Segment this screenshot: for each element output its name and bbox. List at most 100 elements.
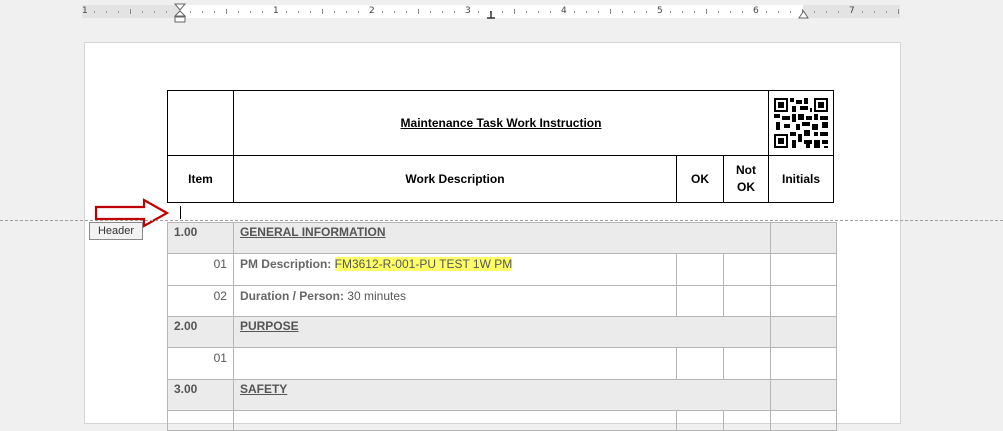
ruler-tick (442, 11, 443, 13)
ruler-tick (346, 11, 347, 13)
ruler-number: 6 (753, 6, 759, 16)
item-label: PM Description: (239, 257, 332, 271)
ruler-tick (694, 11, 695, 13)
item-number: 01 (167, 253, 234, 286)
section-number: 1.00 (167, 222, 234, 254)
section-title: GENERAL INFORMATION (232, 222, 772, 254)
ruler-tick (454, 11, 455, 13)
section-title: SAFETY (232, 379, 772, 411)
ruler-tick (682, 11, 683, 13)
section-row[interactable]: 2.00 PURPOSE (167, 316, 837, 348)
ruler-tick (742, 11, 743, 13)
ruler-tick (610, 9, 611, 14)
header-empty-cell[interactable] (167, 90, 234, 156)
initials-cell[interactable] (770, 410, 837, 431)
header-title-cell[interactable]: Maintenance Task Work Instruction (233, 90, 769, 156)
ruler-tick (766, 11, 767, 13)
ok-cell[interactable] (676, 410, 725, 431)
section-row[interactable]: 1.00 GENERAL INFORMATION (167, 222, 837, 254)
ruler-tick (538, 11, 539, 13)
table-row[interactable]: 02 Duration / Person: 30 minutes (167, 285, 837, 317)
ruler-tick (634, 11, 635, 13)
table-row[interactable]: 01 (167, 347, 837, 380)
ruler-tick (550, 11, 551, 13)
ruler-tick (106, 11, 107, 13)
ruler-tick (394, 11, 395, 13)
qr-cell[interactable] (768, 90, 834, 156)
qr-code-icon (774, 98, 828, 148)
not-ok-cell[interactable] (723, 347, 772, 380)
horizontal-ruler[interactable]: 1 1 2 3 4 5 6 7 (0, 0, 1003, 24)
text-cursor (180, 206, 181, 219)
initials-cell[interactable] (770, 379, 837, 411)
ruler-tick (286, 11, 287, 13)
ruler-number: 1 (273, 6, 279, 16)
ruler-tick (826, 11, 827, 13)
item-description[interactable] (232, 347, 678, 380)
initials-cell[interactable] (770, 222, 837, 254)
item-description[interactable]: Duration / Person: 30 minutes (232, 285, 678, 317)
ruler-tick (838, 11, 839, 13)
table-row[interactable] (167, 410, 837, 431)
header-tag[interactable]: Header (89, 222, 143, 240)
ruler-tick (358, 11, 359, 13)
initials-cell[interactable] (770, 285, 837, 317)
section-title: PURPOSE (232, 316, 772, 348)
column-header-item[interactable]: Item (167, 155, 234, 203)
ok-cell[interactable] (676, 347, 725, 380)
not-ok-cell[interactable] (723, 285, 772, 317)
right-indent-icon[interactable] (798, 10, 809, 19)
indent-marker-icon[interactable] (174, 3, 186, 23)
ruler-tick (298, 11, 299, 13)
ruler-tick (154, 11, 155, 13)
column-header-ok[interactable]: OK (676, 155, 724, 203)
initials-cell[interactable] (770, 316, 837, 348)
ruler-tick (262, 11, 263, 13)
ruler-tick (322, 9, 323, 14)
item-description[interactable] (232, 410, 678, 431)
ruler-tick (646, 11, 647, 13)
ruler-tick (382, 11, 383, 13)
not-ok-cell[interactable] (723, 253, 772, 286)
not-ok-label: Not OK (736, 163, 756, 194)
ruler-tick (670, 11, 671, 13)
header-table: Maintenance Task Work Instruction Item W (167, 90, 834, 203)
ruler-tick (118, 11, 119, 13)
table-row[interactable]: 01 PM Description: FM3612-R-001-PU TEST … (167, 253, 837, 286)
item-value: 30 minutes (347, 289, 406, 303)
ruler-tick (622, 11, 623, 13)
ruler-tick (586, 11, 587, 13)
ruler-tick (130, 9, 131, 14)
section-number: 2.00 (167, 316, 234, 348)
ok-cell[interactable] (676, 285, 725, 317)
ruler-tick (598, 11, 599, 13)
ruler-tick (202, 11, 203, 13)
ruler-number: 4 (561, 6, 567, 16)
ruler-tick (430, 11, 431, 13)
not-ok-cell[interactable] (723, 410, 772, 431)
item-label: Duration / Person: (239, 289, 344, 303)
ruler-tick (310, 11, 311, 13)
column-header-initials[interactable]: Initials (768, 155, 834, 203)
ruler-tick (94, 11, 95, 13)
ruler-tick (142, 11, 143, 13)
ruler-tick (166, 11, 167, 13)
ruler-tick (406, 11, 407, 13)
task-table: 1.00 GENERAL INFORMATION 01 PM Descripti… (167, 222, 837, 431)
ruler-number: 2 (369, 6, 375, 16)
tab-stop-icon[interactable] (487, 11, 495, 19)
column-header-work-description[interactable]: Work Description (233, 155, 677, 203)
section-row[interactable]: 3.00 SAFETY (167, 379, 837, 411)
initials-cell[interactable] (770, 253, 837, 286)
ruler-tick (874, 11, 875, 13)
ok-cell[interactable] (676, 253, 725, 286)
item-description[interactable]: PM Description: FM3612-R-001-PU TEST 1W … (232, 253, 678, 286)
ruler-number: 5 (657, 6, 663, 16)
ruler-tick (526, 11, 527, 13)
column-header-not-ok[interactable]: Not OK (723, 155, 769, 203)
item-number (167, 410, 234, 431)
document-title: Maintenance Task Work Instruction (400, 116, 602, 130)
ruler-tick (478, 11, 479, 13)
initials-cell[interactable] (770, 347, 837, 380)
ruler-tick (886, 11, 887, 13)
